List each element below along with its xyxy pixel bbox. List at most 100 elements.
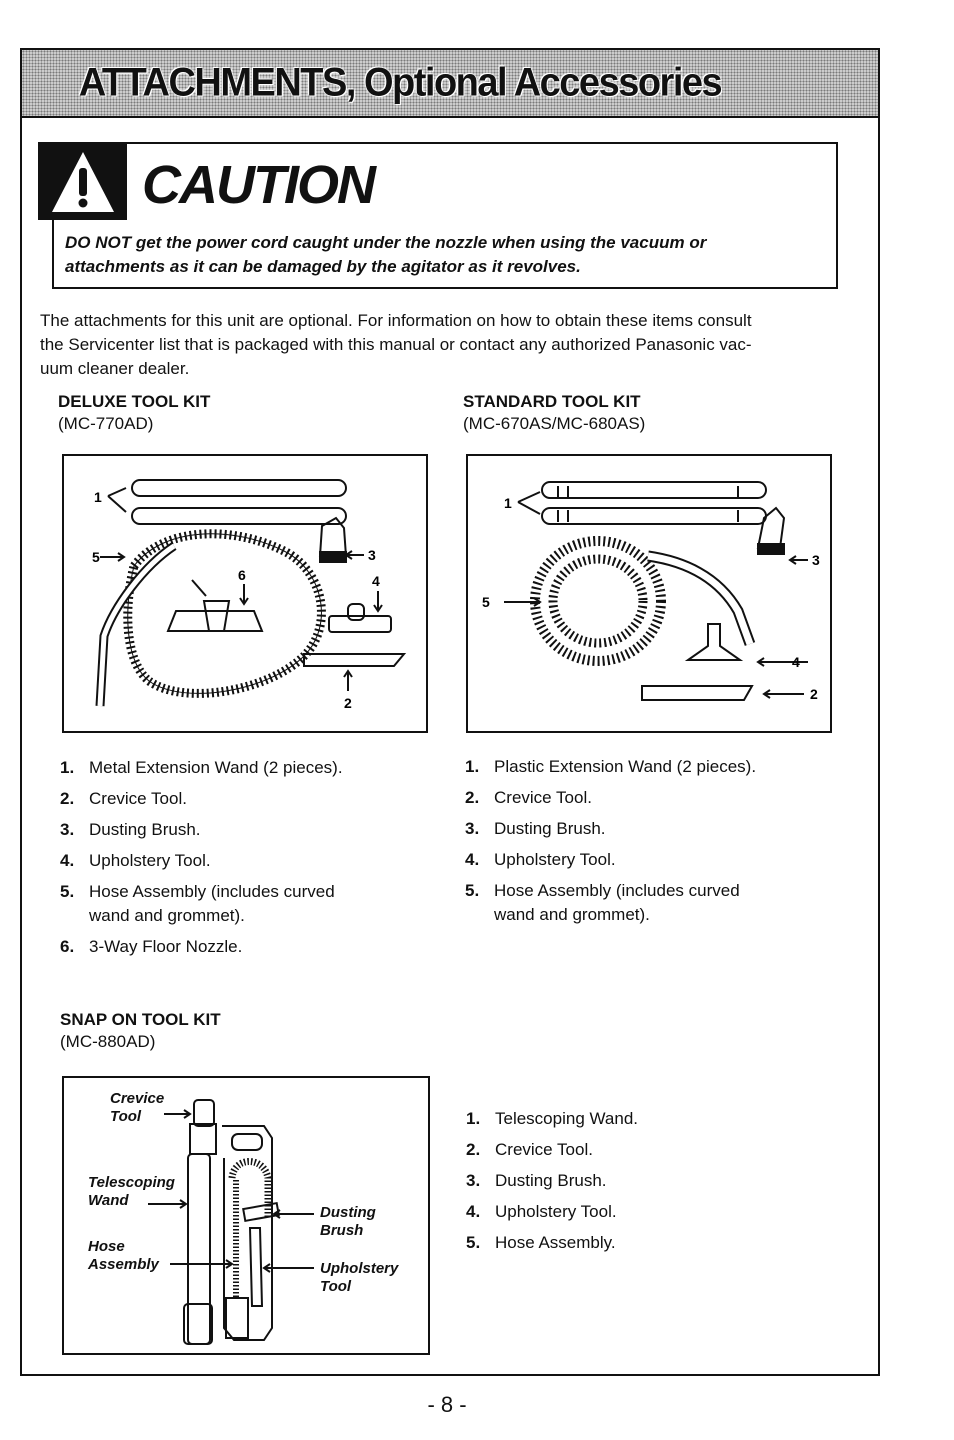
deluxe-kit-illustration: 1 2 3 4 5 6 bbox=[92, 479, 407, 711]
item-text: Metal Extension Wand (2 pieces). bbox=[89, 758, 343, 777]
item-text: Telescoping Wand. bbox=[495, 1109, 639, 1128]
item-text: Crevice Tool. bbox=[89, 789, 187, 808]
item-text: Hose Assembly (includes curved bbox=[494, 881, 740, 900]
list-item: 1. Telescoping Wand. bbox=[466, 1107, 826, 1131]
intro-paragraph: The attachments for this unit are option… bbox=[40, 309, 870, 381]
caution-line: attachments as it can be damaged by the … bbox=[65, 257, 581, 276]
callout-line: Crevice bbox=[110, 1090, 165, 1107]
callout-line: Tool bbox=[110, 1108, 142, 1125]
list-item: 5. Hose Assembly (includes curved wand and… bbox=[60, 880, 440, 928]
item-number: 2. bbox=[60, 789, 75, 808]
callout-hose-assembly: Hose Assembly bbox=[88, 1238, 159, 1274]
item-number: 4. bbox=[466, 1202, 481, 1221]
snapon-kit-list: 1. Telescoping Wand. 2. Crevice Tool. 3. Du… bbox=[466, 1107, 826, 1262]
wand-illustration bbox=[541, 481, 767, 499]
kit-name: STANDARD TOOL KIT bbox=[463, 392, 641, 411]
kit-model: (MC-670AS/MC-680AS) bbox=[463, 414, 646, 433]
item-text: Upholstery Tool. bbox=[494, 850, 616, 869]
callout-line: Upholstery bbox=[320, 1260, 399, 1277]
list-item: 4. Upholstery Tool. bbox=[466, 1200, 826, 1224]
list-item: 2. Crevice Tool. bbox=[465, 786, 845, 810]
callout-2: 2 bbox=[810, 686, 818, 702]
callout-5: 5 bbox=[482, 594, 490, 610]
list-item: 5. Hose Assembly. bbox=[466, 1231, 826, 1255]
standard-kit-illustration: 1 2 3 4 5 bbox=[482, 481, 820, 702]
intro-line: The attachments for this unit are option… bbox=[40, 311, 752, 330]
deluxe-kit-list: 1. Metal Extension Wand (2 pieces). 2. Cre… bbox=[60, 756, 440, 966]
item-number: 5. bbox=[465, 881, 480, 900]
list-item: 5. Hose Assembly (includes curved wand and… bbox=[465, 879, 845, 927]
item-text: Hose Assembly (includes curved bbox=[89, 882, 335, 901]
item-text: Upholstery Tool. bbox=[89, 851, 211, 870]
item-number: 1. bbox=[466, 1109, 481, 1128]
callout-line: Hose bbox=[88, 1238, 125, 1255]
item-number: 3. bbox=[466, 1171, 481, 1190]
list-item: 6. 3-Way Floor Nozzle. bbox=[60, 935, 440, 959]
caution-heading: CAUTION bbox=[142, 155, 376, 215]
item-text: Hose Assembly. bbox=[495, 1233, 616, 1252]
callout-dusting-brush: Dusting Brush bbox=[320, 1204, 376, 1240]
item-number: 5. bbox=[60, 882, 75, 901]
item-text: Dusting Brush. bbox=[494, 819, 606, 838]
item-number: 3. bbox=[465, 819, 480, 838]
deluxe-kit-heading: DELUXE TOOL KIT (MC-770AD) bbox=[58, 391, 210, 435]
list-item: 4. Upholstery Tool. bbox=[465, 848, 845, 872]
intro-line: uum cleaner dealer. bbox=[40, 359, 190, 378]
title-banner: ATTACHMENTS, Optional Accessories bbox=[22, 50, 878, 118]
callout-2: 2 bbox=[344, 695, 352, 711]
item-number: 6. bbox=[60, 937, 75, 956]
item-text: Dusting Brush. bbox=[89, 820, 201, 839]
callout-line: Dusting bbox=[320, 1204, 376, 1221]
item-text: Crevice Tool. bbox=[495, 1140, 593, 1159]
caution-message: DO NOT get the power cord caught under t… bbox=[65, 231, 825, 279]
callout-line: Tool bbox=[320, 1278, 352, 1295]
list-item: 2. Crevice Tool. bbox=[60, 787, 440, 811]
warning-triangle-icon bbox=[38, 142, 127, 220]
item-number: 1. bbox=[465, 757, 480, 776]
kit-name: SNAP ON TOOL KIT bbox=[60, 1010, 221, 1029]
item-text: wand and grommet). bbox=[494, 905, 650, 924]
standard-kit-heading: STANDARD TOOL KIT (MC-670AS/MC-680AS) bbox=[463, 391, 645, 435]
standard-kit-figure: 1 2 3 4 5 bbox=[466, 454, 832, 733]
wand-illustration bbox=[131, 479, 347, 497]
item-text: 3-Way Floor Nozzle. bbox=[89, 937, 243, 956]
kit-model: (MC-770AD) bbox=[58, 414, 154, 433]
callout-3: 3 bbox=[368, 547, 376, 563]
kit-model: (MC-880AD) bbox=[60, 1032, 156, 1051]
standard-kit-list: 1. Plastic Extension Wand (2 pieces). 2. C… bbox=[465, 755, 845, 934]
item-number: 2. bbox=[466, 1140, 481, 1159]
callout-1: 1 bbox=[504, 495, 512, 511]
list-item: 3. Dusting Brush. bbox=[60, 818, 440, 842]
callout-line: Assembly bbox=[88, 1256, 159, 1273]
item-text: Dusting Brush. bbox=[495, 1171, 607, 1190]
snapon-kit-figure: Crevice Tool Telescoping Wand Hose Assem… bbox=[62, 1076, 430, 1355]
caution-box: CAUTION DO NOT get the power cord caught… bbox=[38, 142, 838, 289]
deluxe-kit-figure: 1 2 3 4 5 6 bbox=[62, 454, 428, 733]
item-text: wand and grommet). bbox=[89, 906, 245, 925]
item-text: Upholstery Tool. bbox=[495, 1202, 617, 1221]
intro-line: the Servicenter list that is packaged wi… bbox=[40, 335, 752, 354]
item-number: 4. bbox=[60, 851, 75, 870]
callout-5: 5 bbox=[92, 549, 100, 565]
callout-line: Brush bbox=[320, 1222, 364, 1239]
callout-6: 6 bbox=[238, 567, 246, 583]
callout-line: Wand bbox=[88, 1192, 129, 1209]
list-item: 3. Dusting Brush. bbox=[466, 1169, 826, 1193]
callout-crevice-tool: Crevice Tool bbox=[110, 1090, 164, 1126]
list-item: 1. Plastic Extension Wand (2 pieces). bbox=[465, 755, 845, 779]
page-number: - 8 - bbox=[427, 1392, 467, 1417]
wand-illustration bbox=[541, 507, 767, 525]
wand-illustration bbox=[131, 507, 347, 525]
item-number: 4. bbox=[465, 850, 480, 869]
list-item: 4. Upholstery Tool. bbox=[60, 849, 440, 873]
item-text: Crevice Tool. bbox=[494, 788, 592, 807]
item-number: 2. bbox=[465, 788, 480, 807]
list-item: 2. Crevice Tool. bbox=[466, 1138, 826, 1162]
item-number: 3. bbox=[60, 820, 75, 839]
item-number: 1. bbox=[60, 758, 75, 777]
list-item: 3. Dusting Brush. bbox=[465, 817, 845, 841]
callout-upholstery-tool: Upholstery Tool bbox=[320, 1260, 398, 1296]
callout-3: 3 bbox=[812, 552, 820, 568]
page-title: ATTACHMENTS, Optional Accessories bbox=[78, 60, 723, 105]
snapon-kit-heading: SNAP ON TOOL KIT (MC-880AD) bbox=[60, 1009, 221, 1053]
